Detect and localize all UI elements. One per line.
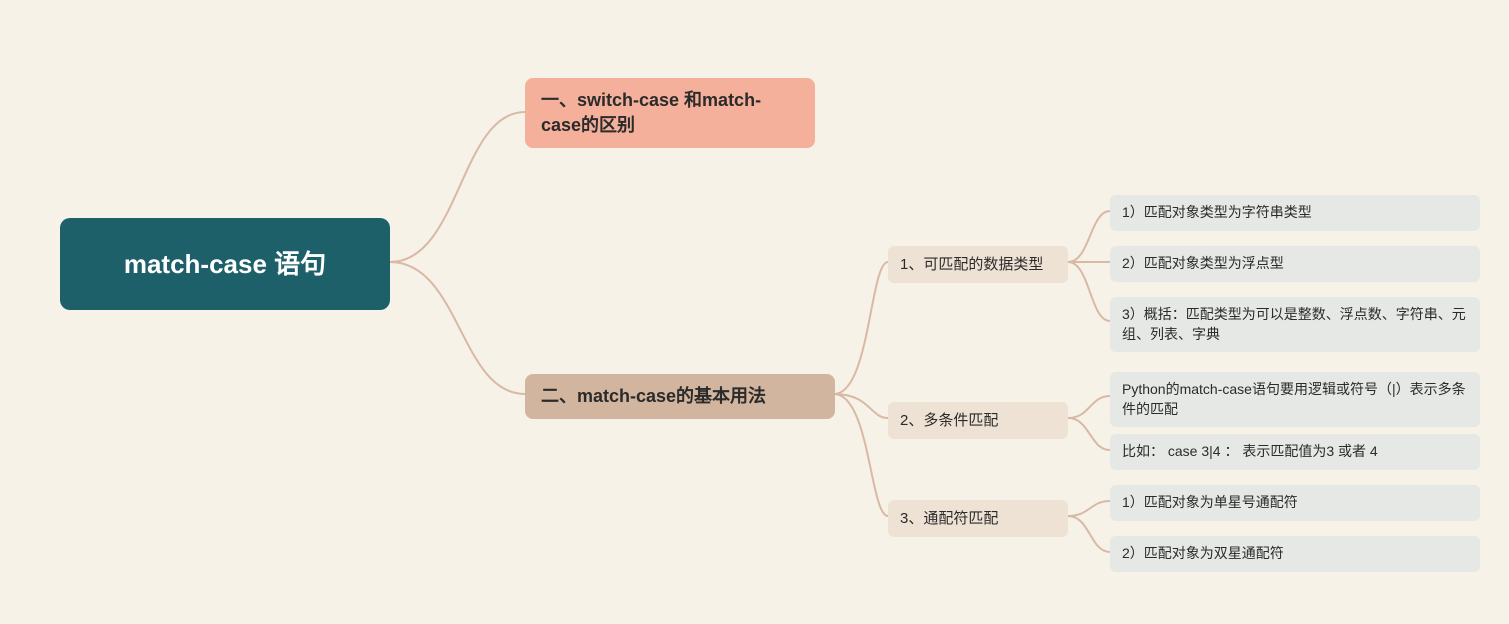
leaf-s1-1[interactable]: 1）匹配对象类型为字符串类型	[1110, 195, 1480, 231]
branch-1-label: 一、switch-case 和match-case的区别	[541, 90, 761, 135]
leaf-s2-1-label: Python的match-case语句要用逻辑或符号（|）表示多条件的匹配	[1122, 381, 1466, 417]
branch-1[interactable]: 一、switch-case 和match-case的区别	[525, 78, 815, 148]
leaf-s1-2-label: 2）匹配对象类型为浮点型	[1122, 255, 1284, 271]
mindmap-canvas: { "root": { "title": "match-case 语句" }, …	[0, 0, 1509, 624]
leaf-s2-1[interactable]: Python的match-case语句要用逻辑或符号（|）表示多条件的匹配	[1110, 372, 1480, 427]
leaf-s2-2-label: 比如： case 3|4 ： 表示匹配值为3 或者 4	[1122, 443, 1378, 459]
leaf-s3-2-label: 2）匹配对象为双星通配符	[1122, 545, 1284, 561]
leaf-s3-1[interactable]: 1）匹配对象为单星号通配符	[1110, 485, 1480, 521]
subnode-2-3-label: 3、通配符匹配	[900, 510, 998, 527]
root-node-label: match-case 语句	[124, 249, 326, 279]
subnode-2-2-label: 2、多条件匹配	[900, 412, 998, 429]
subnode-2-1[interactable]: 1、可匹配的数据类型	[888, 246, 1068, 283]
leaf-s3-1-label: 1）匹配对象为单星号通配符	[1122, 494, 1298, 510]
branch-2-label: 二、match-case的基本用法	[541, 386, 766, 406]
root-node[interactable]: match-case 语句	[60, 218, 390, 310]
branch-2[interactable]: 二、match-case的基本用法	[525, 374, 835, 419]
leaf-s1-3-label: 3）概括：匹配类型为可以是整数、浮点数、字符串、元组、列表、字典	[1122, 306, 1466, 342]
subnode-2-2[interactable]: 2、多条件匹配	[888, 402, 1068, 439]
subnode-2-3[interactable]: 3、通配符匹配	[888, 500, 1068, 537]
leaf-s2-2[interactable]: 比如： case 3|4 ： 表示匹配值为3 或者 4	[1110, 434, 1480, 470]
subnode-2-1-label: 1、可匹配的数据类型	[900, 256, 1043, 273]
leaf-s1-3[interactable]: 3）概括：匹配类型为可以是整数、浮点数、字符串、元组、列表、字典	[1110, 297, 1480, 352]
leaf-s3-2[interactable]: 2）匹配对象为双星通配符	[1110, 536, 1480, 572]
leaf-s1-2[interactable]: 2）匹配对象类型为浮点型	[1110, 246, 1480, 282]
leaf-s1-1-label: 1）匹配对象类型为字符串类型	[1122, 204, 1312, 220]
